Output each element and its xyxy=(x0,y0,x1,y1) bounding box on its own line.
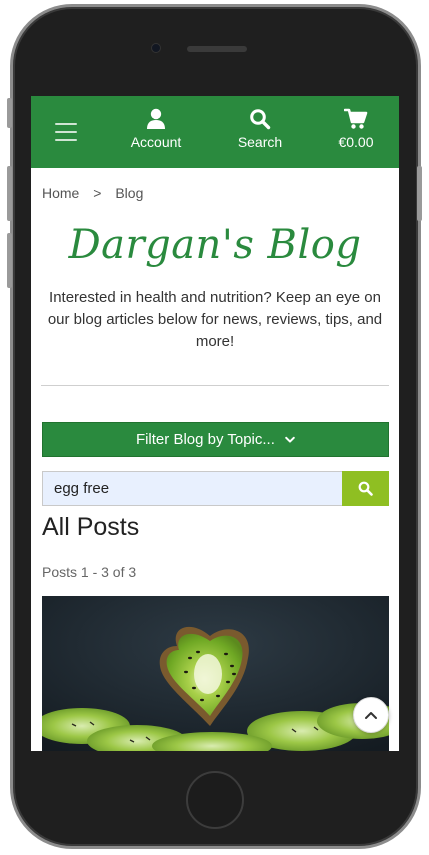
post-count: Posts 1 - 3 of 3 xyxy=(42,564,137,580)
breadcrumb-separator: > xyxy=(93,185,102,201)
search-icon xyxy=(358,481,373,496)
search-submit-button[interactable] xyxy=(342,471,389,506)
screen: Account Search €0.00 Home > Blog Dargan'… xyxy=(31,96,399,751)
blog-intro-text: Interested in health and nutrition? Keep… xyxy=(47,289,383,350)
hamburger-icon[interactable] xyxy=(55,123,77,141)
chevron-up-icon xyxy=(365,712,377,719)
filter-topic-label: Filter Blog by Topic... xyxy=(135,431,275,448)
phone-speaker xyxy=(187,46,247,52)
phone-home-button[interactable] xyxy=(186,771,244,829)
phone-volume-down xyxy=(7,233,12,288)
nav-search-label: Search xyxy=(237,134,283,150)
nav-cart-total: €0.00 xyxy=(338,134,374,150)
cart-icon xyxy=(344,108,368,129)
nav-search[interactable]: Search xyxy=(220,108,300,156)
post-image-kiwi[interactable] xyxy=(42,596,389,751)
breadcrumb-current: Blog xyxy=(115,185,144,201)
kiwi-image xyxy=(42,596,389,751)
page-title: Dargan's Blog xyxy=(68,222,362,268)
posts-heading: All Posts xyxy=(42,513,140,541)
filter-topic-button[interactable]: Filter Blog by Topic... xyxy=(42,422,389,457)
breadcrumb: Home > Blog xyxy=(42,185,153,201)
breadcrumb-home[interactable]: Home xyxy=(42,185,79,201)
nav-cart[interactable]: €0.00 xyxy=(316,108,396,156)
search-input[interactable] xyxy=(42,471,342,506)
search-icon xyxy=(250,109,271,130)
phone-camera xyxy=(151,43,161,53)
user-icon xyxy=(147,108,165,129)
phone-power-button xyxy=(417,166,422,221)
nav-account-label: Account xyxy=(130,134,182,150)
nav-account[interactable]: Account xyxy=(116,108,196,156)
phone-volume-up xyxy=(7,166,12,221)
chevron-down-icon xyxy=(285,436,295,443)
phone-mute-switch xyxy=(7,98,12,128)
scroll-to-top-button[interactable] xyxy=(353,697,389,733)
blog-search xyxy=(42,471,389,506)
divider xyxy=(41,385,389,386)
top-navigation: Account Search €0.00 xyxy=(31,96,399,168)
